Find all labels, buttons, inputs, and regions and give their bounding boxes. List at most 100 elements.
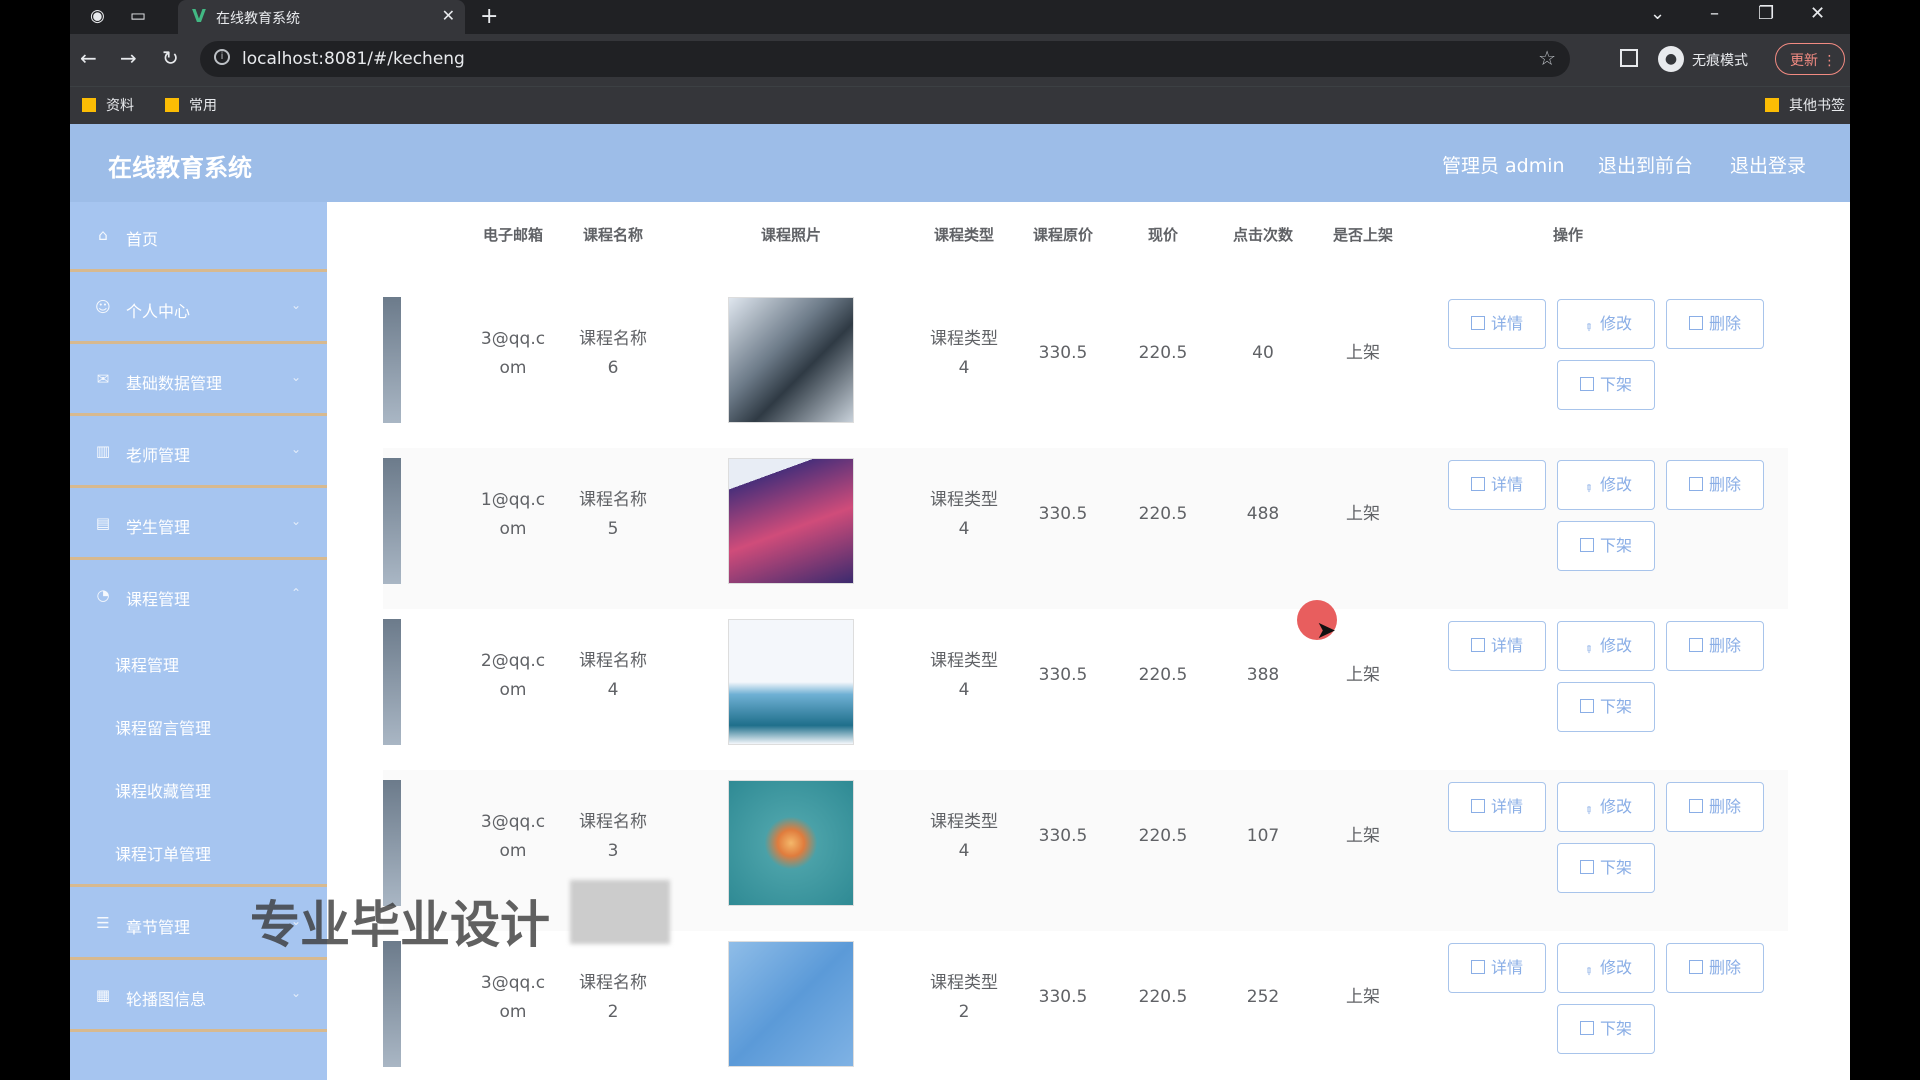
offline-button[interactable]: 下架 xyxy=(1557,1004,1655,1054)
delete-button[interactable]: 删除 xyxy=(1666,782,1764,832)
submenu-course-orders[interactable]: 课程订单管理 xyxy=(70,821,327,887)
offline-button[interactable]: 下架 xyxy=(1557,843,1655,893)
detail-button[interactable]: 详情 xyxy=(1448,460,1546,510)
email-cell: 3@qq.c om xyxy=(473,969,553,1027)
other-bookmarks[interactable]: 其他书签 xyxy=(1765,95,1845,115)
submenu-course-comments[interactable]: 课程留言管理 xyxy=(70,695,327,758)
document-icon xyxy=(1470,960,1485,974)
tab-strip-icon[interactable]: ▭ xyxy=(130,6,146,26)
sidebar-item-home[interactable]: ⌂ 首页 xyxy=(70,202,327,272)
sidebar-item-label: 学生管理 xyxy=(126,518,191,537)
email-cell: 2@qq.c om xyxy=(473,647,553,705)
bookmark-star-icon[interactable]: ☆ xyxy=(1538,46,1556,70)
course-photo[interactable] xyxy=(728,458,854,584)
edit-button[interactable]: ✎ 修改 xyxy=(1557,782,1655,832)
chevron-down-icon: ⌄ xyxy=(290,298,301,312)
sidebar-item-profile[interactable]: ☺ 个人中心 ⌄ xyxy=(70,274,327,344)
status-cell: 上架 xyxy=(1346,504,1380,524)
document-icon xyxy=(1579,1021,1594,1035)
side-panel-icon[interactable] xyxy=(1620,49,1638,67)
detail-label: 详情 xyxy=(1490,475,1523,494)
chevron-down-icon: ⌄ xyxy=(290,514,301,528)
document-icon xyxy=(1579,538,1594,552)
edit-button[interactable]: ✎ 修改 xyxy=(1557,460,1655,510)
user-icon: ☺ xyxy=(95,298,111,316)
orig-price-cell: 330.5 xyxy=(1038,987,1088,1007)
course-name-cell: 课程名称 6 xyxy=(573,325,653,383)
course-type-line: 4 xyxy=(958,519,970,539)
chevron-down-icon: ⌄ xyxy=(290,442,301,456)
course-photo[interactable] xyxy=(728,619,854,745)
browser-logo-icon[interactable]: ◉ xyxy=(90,6,105,26)
update-button[interactable]: 更新 ⋮ xyxy=(1775,43,1845,75)
bookmark-folder-changyong[interactable]: 常用 xyxy=(165,95,217,115)
col-header-email: 电子邮箱 xyxy=(482,226,543,244)
submenu-course-manage[interactable]: 课程管理 xyxy=(70,632,327,695)
table-row: 3@qq.c om 课程名称 6 课程类型 4 330.5 220.5 40 上架 详情 ✎ 修改 删除下… xyxy=(383,287,1788,448)
edit-button[interactable]: ✎ 修改 xyxy=(1557,943,1655,993)
delete-label: 删除 xyxy=(1708,636,1741,655)
orig-price-cell: 330.5 xyxy=(1038,343,1088,363)
detail-button[interactable]: 详情 xyxy=(1448,943,1546,993)
sidebar-item-students[interactable]: ▤ 学生管理 ⌄ xyxy=(70,490,327,560)
site-info-icon[interactable]: i xyxy=(214,49,230,65)
col-header-type: 课程类型 xyxy=(933,226,994,244)
course-name-line: 课程名称 xyxy=(579,490,647,510)
price-cell: 220.5 xyxy=(1138,504,1188,524)
offline-button[interactable]: 下架 xyxy=(1557,682,1655,732)
course-photo[interactable] xyxy=(728,780,854,906)
edit-button[interactable]: ✎ 修改 xyxy=(1557,621,1655,671)
course-photo[interactable] xyxy=(728,941,854,1067)
bookmark-folder-ziliao[interactable]: 资料 xyxy=(82,95,134,115)
course-type-line: 课程类型 xyxy=(930,812,998,832)
sidebar-item-teachers[interactable]: ▥ 老师管理 ⌄ xyxy=(70,418,327,488)
edit-icon: ✎ xyxy=(1581,321,1595,335)
delete-button[interactable]: 删除 xyxy=(1666,621,1764,671)
course-photo[interactable] xyxy=(728,297,854,423)
offline-label: 下架 xyxy=(1599,536,1632,555)
course-table: 电子邮箱 课程名称 课程照片 课程类型 课程原价 现价 点击次数 是否上架 操作… xyxy=(383,202,1808,1080)
offline-label: 下架 xyxy=(1599,375,1632,394)
course-type-cell: 课程类型 4 xyxy=(924,325,1004,383)
course-name-line: 课程名称 xyxy=(579,973,647,993)
address-bar[interactable]: i localhost:8081/#/kecheng ☆ xyxy=(200,41,1570,77)
offline-button[interactable]: 下架 xyxy=(1557,360,1655,410)
sidebar-item-courses[interactable]: ◔ 课程管理 ⌃ xyxy=(70,562,327,632)
new-tab-icon[interactable]: + xyxy=(480,4,498,29)
table-row: 3@qq.c om 课程名称 2 课程类型 2 330.5 220.5 252 上架 详情 ✎ 修改 删除… xyxy=(383,931,1788,1080)
tab-search-icon[interactable]: ⌄ xyxy=(1650,3,1665,24)
table-row: 1@qq.c om 课程名称 5 课程类型 4 330.5 220.5 488 上架 详情 ✎ 修改 删除… xyxy=(383,448,1788,609)
back-to-front-link[interactable]: 退出到前台 xyxy=(1598,151,1693,178)
clicks-cell: 107 xyxy=(1246,826,1280,846)
url-text[interactable]: localhost:8081/#/kecheng xyxy=(242,49,465,69)
detail-button[interactable]: 详情 xyxy=(1448,621,1546,671)
email-cell: 3@qq.c om xyxy=(473,325,553,383)
delete-button[interactable]: 删除 xyxy=(1666,943,1764,993)
edit-label: 修改 xyxy=(1599,958,1632,977)
back-icon[interactable]: ← xyxy=(80,46,97,70)
delete-button[interactable]: 删除 xyxy=(1666,460,1764,510)
watermark-blur xyxy=(570,880,670,944)
logout-link[interactable]: 退出登录 xyxy=(1730,151,1806,178)
course-type-cell: 课程类型 4 xyxy=(924,486,1004,544)
course-type-cell: 课程类型 2 xyxy=(924,969,1004,1027)
offline-button[interactable]: 下架 xyxy=(1557,521,1655,571)
detail-button[interactable]: 详情 xyxy=(1448,782,1546,832)
browser-tab[interactable]: V 在线教育系统 ✕ xyxy=(178,0,465,34)
sidebar-item-carousel[interactable]: ▦ 轮播图信息 ⌄ xyxy=(70,962,327,1032)
browser-toolbar: ← → ↻ i localhost:8081/#/kecheng ☆ ● 无痕模… xyxy=(70,34,1850,86)
submenu-course-favorites[interactable]: 课程收藏管理 xyxy=(70,758,327,821)
detail-button[interactable]: 详情 xyxy=(1448,299,1546,349)
restore-icon[interactable]: ❐ xyxy=(1758,3,1774,24)
edit-button[interactable]: ✎ 修改 xyxy=(1557,299,1655,349)
email-line: om xyxy=(499,519,527,539)
reload-icon[interactable]: ↻ xyxy=(162,46,179,70)
sidebar-item-label: 个人中心 xyxy=(126,302,191,321)
tab-close-icon[interactable]: ✕ xyxy=(442,6,455,25)
minimize-icon[interactable]: – xyxy=(1710,3,1719,24)
edit-label: 修改 xyxy=(1599,797,1632,816)
sidebar-item-basic-data[interactable]: ✉ 基础数据管理 ⌄ xyxy=(70,346,327,416)
forward-icon[interactable]: → xyxy=(120,46,137,70)
window-close-icon[interactable]: ✕ xyxy=(1810,3,1825,24)
delete-button[interactable]: 删除 xyxy=(1666,299,1764,349)
